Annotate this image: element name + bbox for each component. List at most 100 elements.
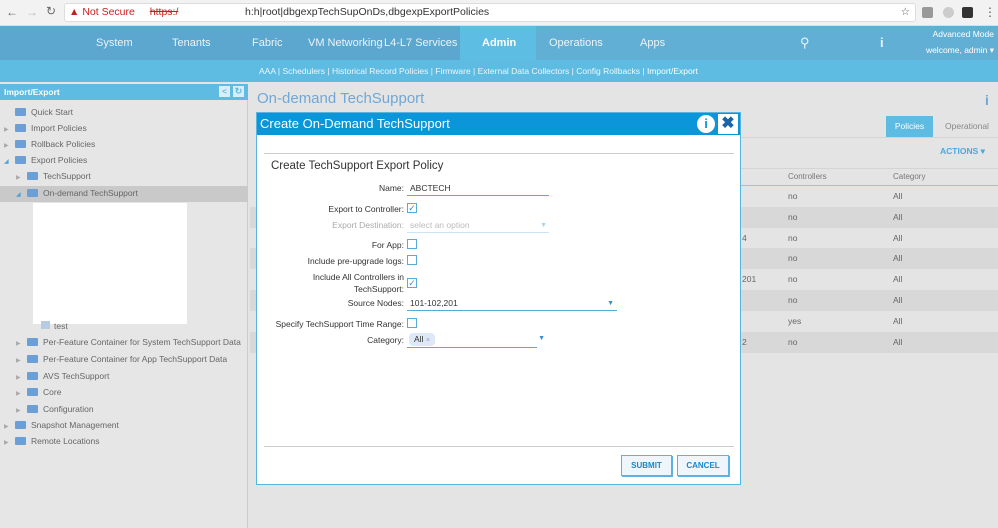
menu-icon[interactable]: ⋮ xyxy=(984,5,996,19)
tree-item-on-demand-techsupport[interactable]: ◢ On-demand TechSupport xyxy=(16,185,138,201)
folder-icon xyxy=(27,372,38,380)
forward-icon[interactable]: → xyxy=(26,5,38,19)
info-icon[interactable]: i xyxy=(880,26,884,60)
tree-item-export-policies[interactable]: ◢ Export Policies xyxy=(4,152,87,168)
extension-icon[interactable] xyxy=(962,7,973,18)
back-icon[interactable]: ← xyxy=(6,5,18,19)
cell-controllers: no xyxy=(788,211,798,222)
tab-policies[interactable]: Policies xyxy=(886,116,933,137)
create-techsupport-dialog: Create On-Demand TechSupport i ✖ Create … xyxy=(256,112,741,485)
nav-apps[interactable]: Apps xyxy=(640,26,665,60)
cell-category: All xyxy=(893,315,903,326)
policy-icon xyxy=(41,321,50,329)
address-bar[interactable]: ▲ Not Secure https:/ h:h|root|dbgexpTech… xyxy=(64,3,916,22)
tree-item-rollback-policies[interactable]: ▶ Rollback Policies xyxy=(4,136,95,152)
share-icon[interactable]: < xyxy=(219,86,230,97)
cell-controllers: no xyxy=(788,191,798,201)
tree-item-remote-locations[interactable]: ▶ Remote Locations xyxy=(4,433,100,449)
export-destination-select[interactable]: select an option ▼ xyxy=(407,219,549,233)
chevron-down-icon[interactable]: ▼ xyxy=(538,335,545,342)
submit-button[interactable]: SUBMIT xyxy=(621,455,672,476)
user-menu[interactable]: welcome, admin ▾ xyxy=(926,45,994,56)
info-icon[interactable]: i xyxy=(697,115,715,133)
tree-item-configuration[interactable]: ▶ Configuration xyxy=(16,401,94,417)
subnav-historical[interactable]: Historical Record Policies xyxy=(332,66,428,76)
folder-icon xyxy=(27,172,38,180)
url-path: h:h|root|dbgexpTechSupOnDs,dbgexpExportP… xyxy=(245,6,490,18)
tree-item-core[interactable]: ▶ Core xyxy=(16,384,61,400)
subnav-external[interactable]: External Data Collectors xyxy=(478,66,570,76)
tree-item-avs[interactable]: ▶ AVS TechSupport xyxy=(16,368,109,384)
subnav-rollbacks[interactable]: Config Rollbacks xyxy=(576,66,640,76)
extension-icon[interactable] xyxy=(943,7,954,18)
nav-operations[interactable]: Operations xyxy=(549,26,603,60)
subnav-firmware[interactable]: Firmware xyxy=(435,66,470,76)
nav-vm-networking[interactable]: VM Networking xyxy=(308,26,383,60)
column-header-controllers[interactable]: Controllers xyxy=(788,172,827,181)
export-to-controller-checkbox[interactable]: ✓ xyxy=(407,203,417,213)
folder-icon xyxy=(27,388,38,396)
security-label: Not Secure xyxy=(82,6,135,18)
subnav-import-export[interactable]: Import/Export xyxy=(647,66,698,76)
cell-partial: 201 xyxy=(742,274,757,285)
sidebar-header: Import/Export < ↻ xyxy=(0,84,248,100)
name-input[interactable]: ABCTECH xyxy=(407,182,549,196)
section-title: Create TechSupport Export Policy xyxy=(271,160,444,172)
remove-tag-icon[interactable]: × xyxy=(426,337,430,344)
cell-partial: 2 xyxy=(742,336,747,347)
tab-operational[interactable]: Operational xyxy=(945,116,989,137)
close-icon[interactable]: ✖ xyxy=(718,114,738,134)
cell-controllers: yes xyxy=(788,315,802,326)
time-range-checkbox[interactable] xyxy=(407,318,417,328)
reload-icon[interactable]: ↻ xyxy=(46,4,56,18)
category-select[interactable]: All × ▼ xyxy=(407,332,545,348)
nav-system[interactable]: System xyxy=(96,26,133,60)
folder-icon xyxy=(27,189,38,197)
source-nodes-select[interactable]: 101-102,201 ▼ xyxy=(407,297,617,311)
tree-item-import-policies[interactable]: ▶ Import Policies xyxy=(4,120,87,136)
folder-icon xyxy=(27,355,38,363)
top-nav: ı|ıı|ıı|ı cisco System Tenants Fabric VM… xyxy=(0,26,998,60)
cell-category: All xyxy=(893,336,903,347)
folder-icon xyxy=(15,437,26,445)
nav-tenants[interactable]: Tenants xyxy=(172,26,211,60)
page-title: On-demand TechSupport xyxy=(257,90,425,107)
cell-controllers: no xyxy=(788,232,798,243)
cell-category: All xyxy=(893,253,903,264)
tree-item-techsupport[interactable]: ▶ TechSupport xyxy=(16,168,91,184)
tree-item-test[interactable]: test xyxy=(41,318,68,334)
folder-icon xyxy=(15,108,26,116)
help-icon[interactable]: i xyxy=(985,92,989,108)
search-icon[interactable]: ⚲ xyxy=(800,26,810,60)
for-app-checkbox[interactable] xyxy=(407,239,417,249)
include-all-controllers-checkbox[interactable]: ✓ xyxy=(407,278,417,288)
star-icon[interactable]: ☆ xyxy=(901,4,910,21)
preupgrade-logs-checkbox[interactable] xyxy=(407,255,417,265)
cancel-button[interactable]: CANCEL xyxy=(677,455,729,476)
cell-controllers: no xyxy=(788,295,798,305)
sidebar: Import/Export < ↻ Quick Start ▶ Import Po… xyxy=(0,84,248,528)
nav-fabric[interactable]: Fabric xyxy=(252,26,283,60)
tree-item-quick-start[interactable]: Quick Start xyxy=(4,104,73,120)
folder-icon xyxy=(15,124,26,132)
cell-controllers: no xyxy=(788,253,798,264)
nav-admin[interactable]: Admin xyxy=(482,26,516,60)
tree-item-snapshot[interactable]: ▶ Snapshot Management xyxy=(4,417,119,433)
url-scheme: https:/ xyxy=(149,6,179,18)
actions-menu[interactable]: ACTIONS ▾ xyxy=(940,146,985,157)
tree-item-per-feature-app[interactable]: ▶ Per-Feature Container for App TechSuppo… xyxy=(16,351,227,367)
mode-label[interactable]: Advanced Mode xyxy=(933,29,994,39)
subnav-aaa[interactable]: AAA xyxy=(259,66,276,76)
cell-controllers: no xyxy=(788,336,798,347)
extension-icon[interactable] xyxy=(922,7,933,18)
sub-nav: AAA | Schedulers | Historical Record Pol… xyxy=(0,60,998,82)
subnav-schedulers[interactable]: Schedulers xyxy=(282,66,325,76)
column-header-category[interactable]: Category xyxy=(893,172,925,181)
cell-partial: 4 xyxy=(742,232,747,243)
tree-item-per-feature-system[interactable]: ▶ Per-Feature Container for System TechSu… xyxy=(16,334,241,350)
refresh-icon[interactable]: ↻ xyxy=(233,86,244,97)
cell-category: All xyxy=(893,295,903,305)
nav-l4-l7[interactable]: L4-L7 Services xyxy=(384,26,457,60)
folder-icon xyxy=(27,405,38,413)
folder-icon xyxy=(15,140,26,148)
